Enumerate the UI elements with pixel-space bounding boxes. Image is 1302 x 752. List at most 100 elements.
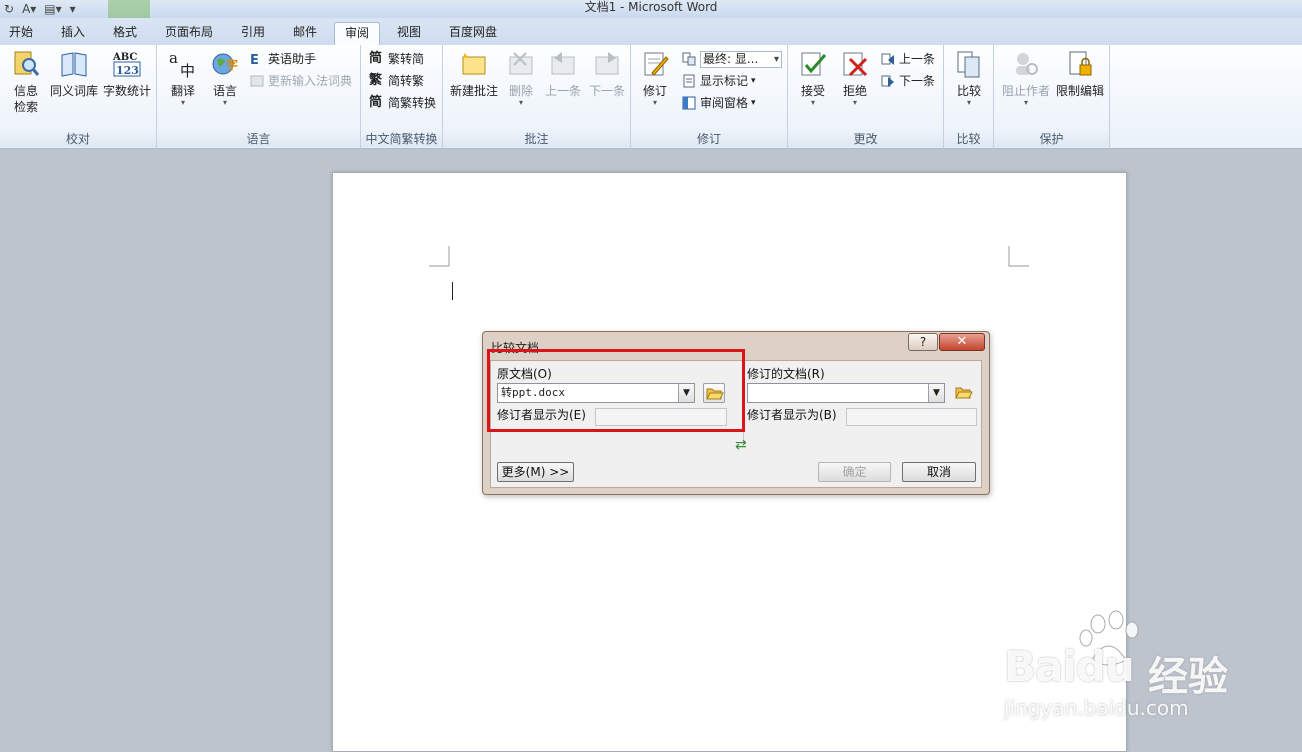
svg-text:a: a (169, 49, 178, 67)
svg-text:123: 123 (116, 64, 139, 77)
group-tracking: 修订 ▾ 最终: 显... 显示标记 ▾ 审阅窗格 ▾ 修订 (631, 45, 788, 149)
crop-mark-top-left (429, 246, 450, 267)
revised-browse-button[interactable] (953, 383, 975, 403)
baidu-jingyan-watermark: Baidu 经验 jingyan.baidu.com (998, 610, 1298, 750)
previous-comment-button[interactable]: 上一条 (541, 49, 585, 99)
research-button[interactable]: 信息 检索 (8, 49, 44, 115)
watermark-brand: Baidu (1004, 642, 1135, 691)
track-changes-button[interactable]: 修订 ▾ (637, 49, 673, 107)
traditional-to-simplified-button[interactable]: 简 繁转简 (369, 50, 424, 68)
display-review-icon (682, 52, 696, 66)
title-bar: ↻ A▾ ▤▾ ▾ 文档1 - Microsoft Word (0, 0, 1302, 18)
show-markup-button[interactable]: 显示标记 ▾ (681, 72, 756, 90)
tab-baidu-netdisk[interactable]: 百度网盘 (444, 22, 502, 45)
tab-format[interactable]: 格式 (108, 22, 142, 45)
new-comment-icon (462, 53, 486, 75)
compare-icon (957, 51, 980, 78)
group-label-proofing: 校对 (0, 131, 156, 147)
revised-document-dropdown-icon[interactable]: ▼ (928, 384, 944, 402)
group-language: a中 翻译 ▾ 字 语言 ▾ E 英语助手 更新输入法词典 语言 (157, 45, 361, 149)
language-button[interactable]: 字 语言 ▾ (207, 49, 243, 107)
tab-mailings[interactable]: 邮件 (288, 22, 322, 45)
cancel-button[interactable]: 取消 (902, 462, 976, 482)
restrict-editing-icon (1069, 51, 1092, 76)
compare-dropdown-icon: ▾ (966, 98, 971, 107)
reviewing-pane-button[interactable]: 审阅窗格 ▾ (681, 94, 756, 112)
restrict-editing-button[interactable]: 限制编辑 (1052, 49, 1108, 99)
reject-dropdown-icon: ▾ (852, 98, 857, 107)
group-proofing: 信息 检索 同义词库 ABC 123 字数统计 校对 (0, 45, 157, 149)
chinese-conversion-button[interactable]: 简 简繁转换 (369, 94, 436, 112)
group-label-compare: 比较 (944, 131, 993, 147)
delete-comment-button[interactable]: 删除 ▾ (503, 49, 539, 107)
tab-review[interactable]: 审阅 (334, 22, 380, 45)
next-change-button[interactable]: 下一条 (880, 72, 935, 90)
window-title: 文档1 - Microsoft Word (584, 0, 718, 14)
translate-icon: a中 (169, 49, 195, 79)
dictionary-icon (250, 75, 264, 87)
simplified-to-traditional-icon: 繁 (369, 73, 383, 88)
group-label-changes: 更改 (788, 131, 943, 147)
revised-document-label: 修订的文档(R) (747, 367, 825, 381)
word-count-button[interactable]: ABC 123 字数统计 (102, 49, 152, 99)
tab-references[interactable]: 引用 (236, 22, 270, 45)
help-button[interactable]: ? (908, 333, 938, 351)
display-for-review-combo[interactable]: 最终: 显... (681, 50, 782, 68)
english-assistant-button[interactable]: E 英语助手 (249, 50, 316, 68)
crop-mark-top-right (1008, 246, 1029, 267)
globe-icon: 字 (212, 53, 238, 75)
accept-dropdown-icon: ▾ (810, 98, 815, 107)
reviewing-pane-dropdown-icon: ▾ (751, 98, 756, 108)
revised-author-label: 修订者显示为(B) (747, 408, 837, 422)
tab-page-layout[interactable]: 页面布局 (160, 22, 218, 45)
group-label-language: 语言 (157, 131, 360, 147)
revised-document-combo[interactable]: ▼ (747, 383, 945, 403)
group-comments: 新建批注 删除 ▾ 上一条 下一条 批注 (443, 45, 631, 149)
accept-icon (801, 52, 827, 76)
previous-comment-icon (551, 52, 575, 75)
next-comment-icon (595, 52, 619, 75)
book-icon (61, 52, 87, 77)
close-button[interactable]: ✕ (939, 333, 985, 351)
show-markup-icon (683, 74, 695, 88)
tab-home[interactable]: 开始 (4, 22, 38, 45)
accept-button[interactable]: 接受 ▾ (794, 49, 832, 107)
group-label-tracking: 修订 (631, 131, 787, 147)
folder-open-icon (955, 387, 973, 399)
tab-insert[interactable]: 插入 (56, 22, 90, 45)
group-protect: 阻止作者 ▾ 限制编辑 保护 (994, 45, 1110, 149)
language-dropdown-icon: ▾ (222, 98, 227, 107)
next-comment-button[interactable]: 下一条 (585, 49, 629, 99)
reject-icon (843, 52, 868, 77)
previous-change-button[interactable]: 上一条 (880, 50, 935, 68)
watermark-url: jingyan.baidu.com (1004, 696, 1189, 720)
block-authors-button[interactable]: 阻止作者 ▾ (998, 49, 1054, 107)
ok-button[interactable]: 确定 (818, 462, 891, 482)
revised-author-input[interactable] (846, 408, 977, 426)
tab-view[interactable]: 视图 (392, 22, 426, 45)
update-ime-dictionary-button[interactable]: 更新输入法词典 (249, 72, 352, 90)
delete-dropdown-icon: ▾ (518, 98, 523, 107)
reject-button[interactable]: 拒绝 ▾ (836, 49, 874, 107)
compare-button[interactable]: 比较 ▾ (950, 49, 988, 107)
research-icon (14, 51, 40, 76)
english-assistant-icon: E (250, 53, 259, 67)
svg-text:中: 中 (180, 62, 195, 79)
thesaurus-button[interactable]: 同义词库 (48, 49, 100, 99)
block-authors-dropdown-icon: ▾ (1023, 98, 1028, 107)
swap-documents-icon[interactable]: ⇄ (735, 437, 747, 453)
track-changes-dropdown-icon: ▾ (652, 98, 657, 107)
group-chinese-conversion: 简 繁转简 繁 简转繁 简 简繁转换 中文简繁转换 (361, 45, 443, 149)
simplified-to-traditional-button[interactable]: 繁 简转繁 (369, 72, 424, 90)
new-comment-button[interactable]: 新建批注 (447, 49, 501, 99)
svg-text:ABC: ABC (112, 52, 137, 63)
chinese-conversion-icon: 简 (369, 95, 383, 110)
svg-text:E: E (250, 53, 259, 67)
group-changes: 接受 ▾ 拒绝 ▾ 上一条 下一条 更改 (788, 45, 944, 149)
delete-comment-icon (509, 52, 533, 75)
more-button[interactable]: 更多(M) >> (497, 462, 574, 482)
group-compare: 比较 ▾ 比较 (944, 45, 994, 149)
translate-button[interactable]: a中 翻译 ▾ (165, 49, 201, 107)
group-label-comments: 批注 (443, 131, 630, 147)
previous-change-icon (881, 53, 894, 65)
